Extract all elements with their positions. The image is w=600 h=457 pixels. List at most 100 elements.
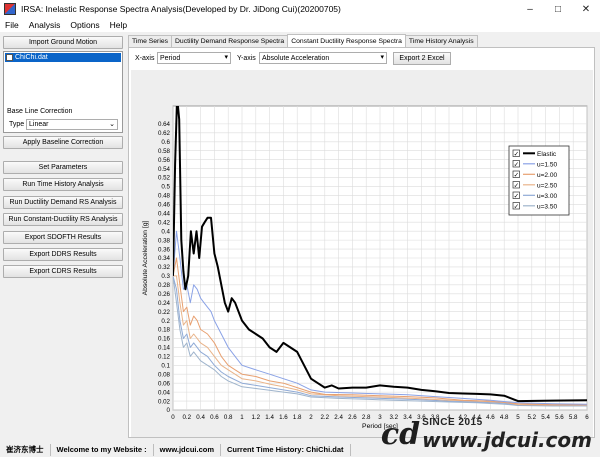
export-excel-button[interactable]: Export 2 Excel [393, 52, 451, 65]
y-tick-label: 0.08 [158, 371, 171, 378]
xaxis-label: X-axis [135, 55, 155, 62]
y-tick-label: 0.36 [158, 246, 171, 253]
tab-constant-ductility[interactable]: Constant Ductility Response Spectra [287, 34, 406, 47]
legend-label: u=2.00 [537, 172, 557, 179]
chevron-down-icon: ▾ [224, 54, 228, 61]
x-tick-label: 2.2 [320, 414, 329, 421]
y-tick-label: 0.52 [158, 175, 171, 182]
y-tick-label: 0.46 [158, 202, 171, 209]
file-checkbox[interactable] [6, 54, 13, 61]
maximize-icon[interactable]: □ [544, 0, 572, 18]
tab-time-history[interactable]: Time History Analysis [404, 35, 478, 47]
x-tick-label: 0.2 [182, 414, 191, 421]
legend-label: u=3.00 [537, 193, 557, 200]
chevron-down-icon: ⌄ [109, 121, 115, 128]
export-cdrs-button[interactable]: Export CDRS Results [3, 265, 123, 278]
legend-label: u=2.50 [537, 182, 557, 189]
yaxis-select[interactable]: Absolute Acceleration ▾ [259, 52, 387, 64]
y-tick-label: 0.18 [158, 327, 171, 334]
tab-time-series[interactable]: Time Series [128, 35, 173, 47]
x-tick-label: 2.6 [348, 414, 357, 421]
y-tick-label: 0.16 [158, 336, 171, 343]
y-tick-label: 0.12 [158, 354, 171, 361]
y-tick-label: 0.56 [158, 157, 171, 164]
x-tick-label: 1.8 [293, 414, 302, 421]
file-list-item[interactable]: ChiChi.dat [5, 53, 121, 62]
y-tick-label: 0.3 [161, 273, 170, 280]
x-tick-label: 0.4 [196, 414, 205, 421]
file-name: ChiChi.dat [15, 54, 48, 61]
chevron-down-icon: ▾ [380, 54, 384, 61]
y-tick-label: 0.54 [158, 166, 171, 173]
status-author: 崔济东博士 [0, 443, 51, 456]
menu-analysis[interactable]: Analysis [24, 20, 66, 30]
export-sdofth-button[interactable]: Export SDOFTH Results [3, 231, 123, 244]
y-tick-label: 0.44 [158, 210, 171, 217]
x-tick-label: 0 [171, 414, 175, 421]
y-tick-label: 0.32 [158, 264, 171, 271]
y-tick-label: 0.34 [158, 255, 171, 262]
y-tick-label: 0.04 [158, 389, 171, 396]
check-icon: ✓ [514, 192, 519, 200]
y-tick-label: 0.22 [158, 309, 171, 316]
menu-file[interactable]: File [0, 20, 24, 30]
x-tick-label: 1.6 [279, 414, 288, 421]
baseline-correction-label: Base Line Correction [7, 108, 73, 115]
import-ground-motion-button[interactable]: Import Ground Motion [3, 36, 123, 49]
y-tick-label: 0.58 [158, 148, 171, 155]
yaxis-label: Y-axis [237, 55, 256, 62]
app-icon [4, 3, 16, 15]
y-tick-label: 0.42 [158, 219, 171, 226]
check-icon: ✓ [514, 182, 519, 190]
menu-options[interactable]: Options [65, 20, 104, 30]
window-controls: – □ ✕ [516, 0, 600, 18]
response-spectrum-chart: 0 0.02 0.04 0.06 0.08 0.10.12 0.14 0.16 0.18 0.2 0… [142, 105, 589, 430]
xaxis-value: Period [160, 54, 181, 62]
set-parameters-button[interactable]: Set Parameters [3, 161, 123, 174]
baseline-type-select[interactable]: Linear ⌄ [26, 119, 118, 130]
y-tick-label: 0.5 [161, 184, 170, 191]
y-tick-label: 0.2 [161, 318, 170, 325]
left-panel: Import Ground Motion ChiChi.dat Base Lin… [3, 33, 125, 438]
apply-baseline-correction-button[interactable]: Apply Baseline Correction [3, 136, 123, 149]
y-tick-label: 0 [167, 407, 171, 414]
y-tick-label: 0.28 [158, 282, 171, 289]
tab-panel: X-axis Period ▾ Y-axis Absolute Accelera… [128, 47, 595, 438]
x-tick-label: 1.4 [265, 414, 274, 421]
export-ddrs-button[interactable]: Export DDRS Results [3, 248, 123, 261]
window-title: IRSA: Inelastic Response Spectra Analysi… [21, 4, 341, 14]
legend-label: u=3.50 [537, 203, 557, 210]
legend-label: Elastic [537, 151, 557, 158]
x-tick-label: 0.8 [224, 414, 233, 421]
chart-area: 0 0.02 0.04 0.06 0.08 0.1 0.12 0.14 0.16 0.18 0.2 0… [131, 70, 593, 437]
y-tick-label: 0.02 [158, 398, 171, 405]
status-website-label: Welcome to my Website : [51, 443, 154, 456]
run-constant-ductility-button[interactable]: Run Constant-Ductility RS Analysis [3, 213, 123, 226]
watermark-url: www.jdcui.com [422, 427, 592, 452]
status-website-url[interactable]: www.jdcui.com [154, 443, 221, 456]
x-tick-label: 1 [240, 414, 244, 421]
close-icon[interactable]: ✕ [572, 0, 600, 18]
y-tick-label: 0.14 [158, 345, 171, 352]
title-bar: IRSA: Inelastic Response Spectra Analysi… [0, 0, 600, 18]
legend-label: u=1.50 [537, 161, 557, 168]
xaxis-select[interactable]: Period ▾ [157, 52, 231, 64]
type-label: Type [9, 121, 25, 128]
x-tick-label: 1.2 [251, 414, 260, 421]
run-time-history-button[interactable]: Run Time History Analysis [3, 178, 123, 191]
run-ductility-demand-button[interactable]: Run Ductility Demand RS Analysis [3, 196, 123, 209]
watermark-since: SINCE 2015 [422, 416, 483, 428]
yaxis-value: Absolute Acceleration [262, 54, 330, 62]
check-icon: ✓ [514, 171, 519, 179]
y-tick-label: 0.6 [161, 139, 170, 146]
y-tick-label: 0.62 [158, 130, 171, 137]
x-tick-label: 2 [309, 414, 313, 421]
minimize-icon[interactable]: – [516, 0, 544, 18]
tab-ductility-demand[interactable]: Ductility Demand Response Spectra [171, 35, 289, 47]
y-tick-label: 0.24 [158, 300, 171, 307]
check-icon: ✓ [514, 150, 519, 158]
status-current-file: Current Time History: ChiChi.dat [221, 443, 351, 456]
menu-help[interactable]: Help [105, 20, 132, 30]
x-tick-label: 2.8 [362, 414, 371, 421]
y-tick-label: 0.4 [161, 228, 170, 235]
